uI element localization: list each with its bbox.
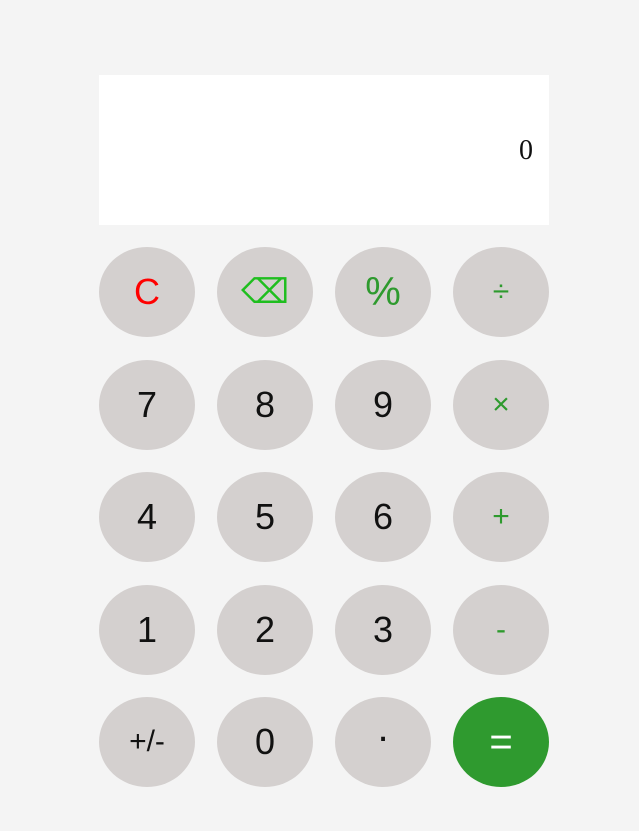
digit-4-button[interactable]: 4: [99, 472, 195, 562]
toggle-sign-button[interactable]: +/-: [99, 697, 195, 787]
percent-button[interactable]: %: [335, 247, 431, 337]
digit-9-button[interactable]: 9: [335, 360, 431, 450]
digit-8-button[interactable]: 8: [217, 360, 313, 450]
digit-6-button[interactable]: 6: [335, 472, 431, 562]
add-button[interactable]: +: [453, 472, 549, 562]
digit-2-button[interactable]: 2: [217, 585, 313, 675]
backspace-button[interactable]: ⌫: [217, 247, 313, 337]
multiply-button[interactable]: ×: [453, 360, 549, 450]
digit-0-button[interactable]: 0: [217, 697, 313, 787]
display-value: 0: [519, 135, 533, 166]
digit-1-button[interactable]: 1: [99, 585, 195, 675]
divide-button[interactable]: ÷: [453, 247, 549, 337]
digit-5-button[interactable]: 5: [217, 472, 313, 562]
keypad: C ⌫ % ÷ 7 8 9 × 4 5 6 + 1 2 3 - +/- 0 . …: [99, 247, 549, 787]
subtract-button[interactable]: -: [453, 585, 549, 675]
calculator: 0 C ⌫ % ÷ 7 8 9 × 4 5 6 + 1 2 3 - +/- 0 …: [99, 75, 549, 787]
equals-button[interactable]: =: [453, 697, 549, 787]
clear-button[interactable]: C: [99, 247, 195, 337]
display-panel: 0: [99, 75, 549, 225]
digit-7-button[interactable]: 7: [99, 360, 195, 450]
decimal-button[interactable]: .: [335, 697, 431, 787]
digit-3-button[interactable]: 3: [335, 585, 431, 675]
